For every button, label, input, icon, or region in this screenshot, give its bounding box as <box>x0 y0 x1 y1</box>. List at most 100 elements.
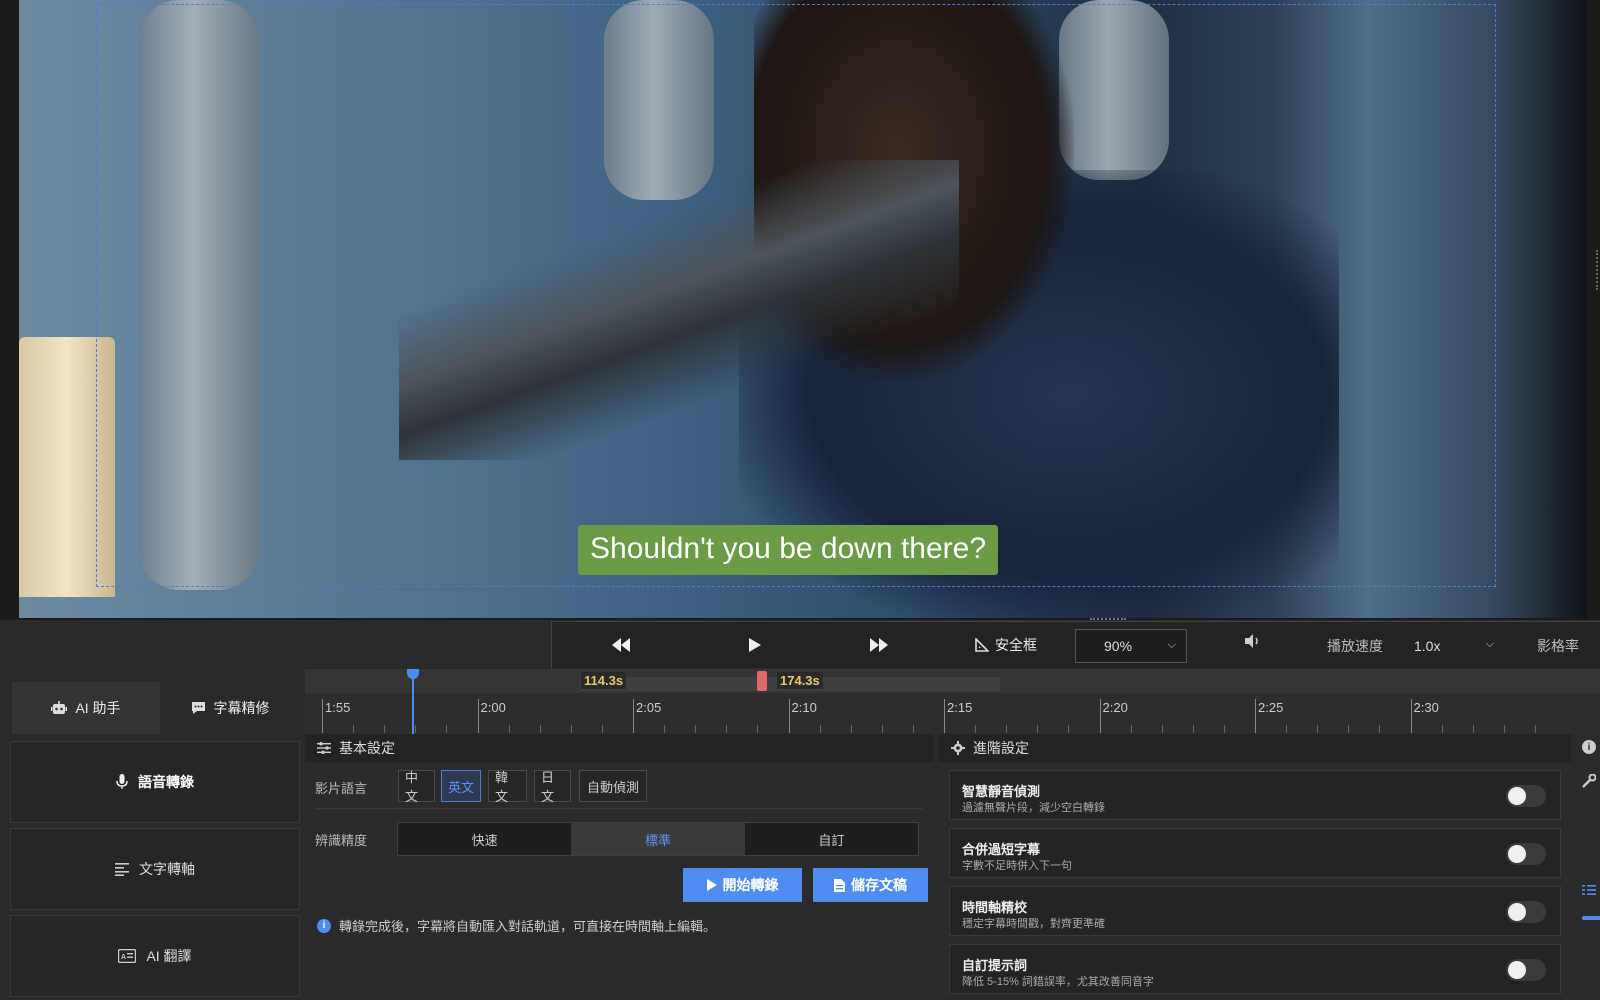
range-end-handle[interactable] <box>757 671 767 691</box>
advanced-option-title: 合併過短字幕 <box>962 842 1041 857</box>
advanced-option-title: 智慧靜音偵測 <box>962 784 1041 799</box>
fast-forward-button[interactable] <box>870 638 888 652</box>
chat-bubble-icon <box>191 702 205 714</box>
panel-resize-handle[interactable] <box>1596 250 1600 290</box>
save-transcript-button[interactable]: 儲存文稿 <box>813 868 928 902</box>
microphone-icon <box>116 774 128 789</box>
timeline-minor-tick <box>819 725 821 733</box>
advanced-option-silence-detection: 智慧靜音偵測 過濾無聲片段，減少空白轉錄 <box>949 770 1561 820</box>
volume-button[interactable] <box>1245 634 1261 653</box>
timeline-minor-tick <box>1068 725 1070 733</box>
accuracy-label: 辨識精度 <box>315 833 368 848</box>
tools-icon[interactable] <box>1582 773 1597 791</box>
language-option-auto-detect[interactable]: 自動偵測 <box>579 770 647 802</box>
timeline-tick-label: 2:10 <box>791 700 817 715</box>
list-icon[interactable] <box>1582 884 1596 899</box>
timeline-major-tick <box>633 699 634 733</box>
sidebar-item-label: 語音轉錄 <box>138 774 194 790</box>
language-option-korean[interactable]: 韓文 <box>488 770 527 804</box>
timeline-ruler[interactable]: 114.3s 174.3s 1:55 2:00 2:05 2:10 2:15 2:20 2:… <box>305 669 1600 734</box>
accuracy-option-custom[interactable]: 自訂 <box>745 823 918 855</box>
timeline-tick-label: 2:25 <box>1258 700 1284 715</box>
basic-settings-title: 基本設定 <box>339 740 395 756</box>
timeline-minor-tick <box>1379 725 1381 733</box>
safe-frame-label: 安全框 <box>995 637 1037 653</box>
robot-icon <box>51 701 68 714</box>
safe-frame-toggle[interactable]: 安全框 <box>975 635 1037 655</box>
language-option-english[interactable]: 英文 <box>441 770 481 802</box>
speaker-icon <box>1245 634 1258 648</box>
wrench-icon <box>1582 773 1597 788</box>
range-start-label: 114.3s <box>581 672 627 689</box>
subtitle-overlay[interactable]: Shouldn't you be down there? <box>578 525 999 575</box>
zoom-select[interactable]: 90% ⌵ <box>1075 629 1187 663</box>
timeline-minor-tick <box>1348 725 1350 733</box>
accuracy-option-standard[interactable]: 標準 <box>571 823 745 855</box>
timeline-minor-tick <box>1472 725 1474 733</box>
timeline-major-tick <box>1099 699 1101 733</box>
tab-subtitle-refine-label: 字幕精修 <box>213 700 270 716</box>
timeline-tick-label: 2:30 <box>1413 700 1439 715</box>
sidebar-item-text-to-timeline[interactable]: 文字轉軸 <box>10 828 300 910</box>
timeline-minor-tick <box>1006 725 1008 733</box>
playback-speed-select[interactable]: 1.0x ⌵ <box>1404 629 1504 663</box>
gear-icon <box>951 741 965 755</box>
advanced-settings-header: 進階設定 <box>939 734 1571 762</box>
basic-settings-panel: 基本設定 影片語言 中文 英文 韓文 日文 自動偵測 辨識精度 快速 標準 自訂… <box>305 734 933 1000</box>
timeline-refine-toggle[interactable] <box>1506 901 1546 923</box>
language-option-chinese[interactable]: 中文 <box>398 770 435 804</box>
id-card-icon: A <box>118 949 137 963</box>
timeline-minor-tick <box>912 725 914 733</box>
chevron-down-icon: ⌵ <box>1485 638 1494 650</box>
custom-prompt-toggle[interactable] <box>1506 959 1546 981</box>
fast-forward-icon <box>870 638 888 652</box>
info-icon[interactable]: i <box>1582 740 1596 754</box>
language-option-japanese[interactable]: 日文 <box>534 770 571 804</box>
timeline-major-tick <box>1255 699 1256 733</box>
advanced-option-title: 自訂提示詞 <box>962 958 1028 973</box>
timeline-playhead[interactable] <box>407 669 419 734</box>
advanced-option-desc: 穩定字幕時間戳，對齊更準確 <box>962 918 1105 930</box>
zoom-value: 90% <box>1104 638 1133 654</box>
tab-subtitle-refine[interactable]: 字幕精修 <box>160 682 300 734</box>
advanced-option-desc: 字數不足時併入下一句 <box>962 860 1072 872</box>
timeline-major-tick <box>477 699 479 733</box>
start-transcription-button[interactable]: 開始轉錄 <box>683 868 802 902</box>
silence-detection-toggle[interactable] <box>1506 785 1546 807</box>
video-language-label: 影片語言 <box>315 781 368 796</box>
timeline-minor-tick <box>726 725 728 733</box>
tab-ai-assistant[interactable]: AI 助手 <box>12 682 160 734</box>
accuracy-option-fast[interactable]: 快速 <box>398 823 571 855</box>
play-icon <box>749 638 761 652</box>
chevron-down-icon: ⌵ <box>1167 639 1176 651</box>
sidebar-item-label: AI 翻譯 <box>146 948 192 964</box>
accuracy-segmented-control: 快速 標準 自訂 <box>397 822 919 856</box>
timeline-tick-label: 1:55 <box>325 700 351 715</box>
timeline-tick-label: 2:20 <box>1102 700 1128 715</box>
advanced-option-desc: 降低 5-15% 詞錯誤率，尤其改善同音字 <box>962 976 1154 988</box>
sidebar-item-ai-translate[interactable]: A AI 翻譯 <box>10 915 300 997</box>
rewind-button[interactable] <box>612 638 630 652</box>
play-button[interactable] <box>749 638 761 652</box>
advanced-option-desc: 過濾無聲片段，減少空白轉錄 <box>962 802 1105 814</box>
timeline-tick-label: 2:15 <box>947 700 973 715</box>
timeline-minor-tick <box>384 725 386 733</box>
timeline-minor-tick <box>1441 725 1443 733</box>
timeline-minor-tick <box>1503 725 1505 733</box>
timeline-minor-tick <box>415 725 417 733</box>
advanced-settings-title: 進階設定 <box>973 740 1029 756</box>
timeline-major-tick <box>944 699 945 733</box>
timeline-minor-tick <box>850 725 852 733</box>
sidebar-item-speech-transcription[interactable]: 語音轉錄 <box>10 741 300 823</box>
timeline-minor-tick <box>975 725 977 733</box>
right-panel-progress <box>1582 916 1600 920</box>
settings-divider <box>315 808 923 809</box>
advanced-option-merge-short: 合併過短字幕 字數不足時併入下一句 <box>949 828 1561 878</box>
timeline-minor-tick <box>539 725 541 733</box>
timeline-tick-label: 2:00 <box>480 700 506 715</box>
timeline-minor-tick <box>508 725 510 733</box>
merge-short-toggle[interactable] <box>1506 843 1546 865</box>
timeline-minor-tick <box>1317 725 1319 733</box>
timeline-minor-tick <box>353 725 355 733</box>
timeline-minor-tick <box>1534 725 1536 733</box>
